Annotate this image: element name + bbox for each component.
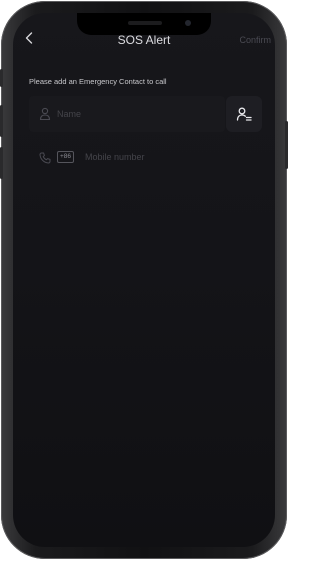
volume-down-button [0,147,3,179]
mobile-number-input[interactable]: Mobile number [85,151,145,163]
hint-text: Please add an Emergency Contact to call [29,77,167,86]
name-input[interactable]: Name [57,108,81,120]
phone-frame: SOS Alert Confirm Please add an Emergenc… [0,1,288,559]
speaker-grille [128,21,162,25]
front-camera [185,20,191,26]
user-icon [39,107,51,121]
power-button [285,121,288,169]
volume-up-button [0,105,3,137]
notch [77,13,211,35]
page-title: SOS Alert [117,33,171,47]
name-field[interactable]: Name [29,96,225,132]
contacts-icon [236,107,252,121]
confirm-button[interactable]: Confirm [239,34,271,46]
select-contact-button[interactable] [226,96,262,132]
phone-field[interactable]: +86 Mobile number [29,139,259,175]
app-screen: SOS Alert Confirm Please add an Emergenc… [13,13,275,547]
country-code-selector[interactable]: +86 [57,151,75,163]
phone-icon [39,152,51,164]
mute-switch [0,69,3,87]
